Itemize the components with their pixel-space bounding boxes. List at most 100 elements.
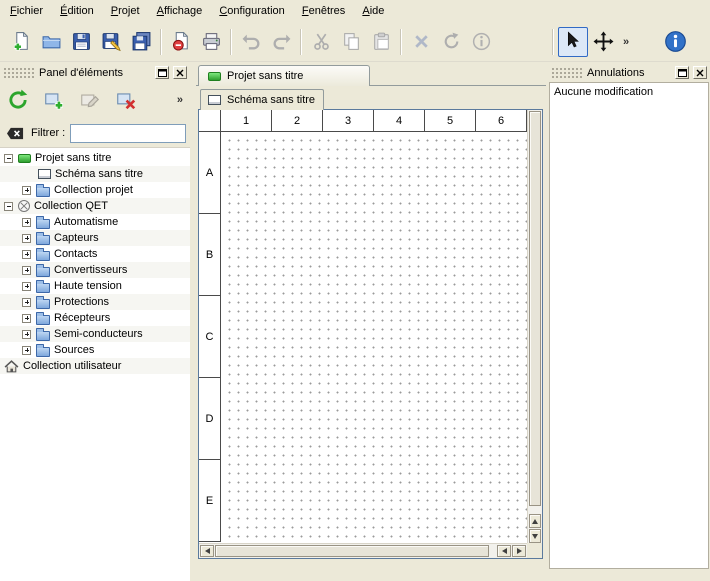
copy-button[interactable] bbox=[336, 27, 366, 57]
menu-projet[interactable]: Projet bbox=[104, 0, 147, 22]
expand-icon[interactable] bbox=[22, 346, 31, 355]
horizontal-scrollbar[interactable] bbox=[199, 543, 527, 558]
tree-item-automatisme[interactable]: Automatisme bbox=[0, 214, 190, 230]
filter-input[interactable] bbox=[70, 124, 186, 143]
collapse-icon[interactable] bbox=[4, 154, 13, 163]
new-element-button[interactable] bbox=[39, 85, 69, 115]
scroll-left-button-2[interactable] bbox=[497, 545, 511, 557]
reload-collections-button[interactable] bbox=[3, 85, 33, 115]
expand-icon[interactable] bbox=[22, 298, 31, 307]
scroll-up-button[interactable] bbox=[529, 514, 541, 528]
tree-item-schema[interactable]: Schéma sans titre bbox=[0, 166, 190, 182]
expand-icon[interactable] bbox=[22, 330, 31, 339]
about-qet-button[interactable] bbox=[660, 27, 690, 57]
toolbar-separator bbox=[160, 29, 162, 55]
element-info-button[interactable] bbox=[466, 27, 496, 57]
scroll-right-button[interactable] bbox=[512, 545, 526, 557]
undo-history-list[interactable]: Aucune modification bbox=[549, 82, 709, 569]
main-toolbar: » bbox=[0, 22, 710, 62]
select-mode-button[interactable] bbox=[558, 27, 588, 57]
diagram-icon bbox=[208, 95, 221, 105]
toolbar-overflow-button[interactable]: » bbox=[618, 36, 634, 48]
undo-icon bbox=[241, 31, 262, 52]
float-panel-button[interactable] bbox=[155, 66, 169, 79]
menu-configuration[interactable]: Configuration bbox=[212, 0, 291, 22]
save-button[interactable] bbox=[66, 27, 96, 57]
delete-button[interactable] bbox=[406, 27, 436, 57]
tree-item-capteurs[interactable]: Capteurs bbox=[0, 230, 190, 246]
pan-mode-button[interactable] bbox=[588, 27, 618, 57]
save-as-button[interactable] bbox=[96, 27, 126, 57]
expand-icon[interactable] bbox=[22, 218, 31, 227]
float-panel-button[interactable] bbox=[675, 66, 689, 79]
tree-item-sources[interactable]: Sources bbox=[0, 342, 190, 358]
tree-item-convertisseurs[interactable]: Convertisseurs bbox=[0, 262, 190, 278]
paste-button[interactable] bbox=[366, 27, 396, 57]
tree-item-label: Schéma sans titre bbox=[55, 168, 143, 180]
collapse-icon[interactable] bbox=[4, 202, 13, 211]
redo-button[interactable] bbox=[266, 27, 296, 57]
rotate-button[interactable] bbox=[436, 27, 466, 57]
menu-aide[interactable]: Aide bbox=[355, 0, 391, 22]
scroll-left-button[interactable] bbox=[200, 545, 214, 557]
expand-icon[interactable] bbox=[22, 250, 31, 259]
folder-icon bbox=[36, 267, 50, 277]
tree-item-collection-qet[interactable]: Collection QET bbox=[0, 198, 190, 214]
edit-element-button[interactable] bbox=[75, 85, 105, 115]
schema-tab-label: Schéma sans titre bbox=[227, 94, 315, 106]
menu-edition[interactable]: Édition bbox=[53, 0, 101, 22]
folder-icon bbox=[36, 235, 50, 245]
cut-button[interactable] bbox=[306, 27, 336, 57]
print-button[interactable] bbox=[196, 27, 226, 57]
menu-fichier[interactable]: Fichier bbox=[3, 0, 50, 22]
delete-element-icon bbox=[115, 89, 137, 111]
move-icon bbox=[593, 31, 614, 52]
delete-element-button[interactable] bbox=[111, 85, 141, 115]
schema-canvas[interactable]: 1 2 3 4 5 6 A B C D E bbox=[198, 109, 543, 559]
arrow-right-icon bbox=[517, 548, 522, 554]
dock-grip[interactable] bbox=[3, 67, 35, 78]
elements-toolbar-overflow-button[interactable]: » bbox=[177, 94, 183, 106]
filter-row: Filtrer : bbox=[0, 119, 190, 147]
horizontal-scrollbar-thumb[interactable] bbox=[215, 545, 489, 557]
tree-item-haute-tension[interactable]: Haute tension bbox=[0, 278, 190, 294]
qet-collection-icon bbox=[18, 200, 30, 212]
tree-item-collection-utilisateur[interactable]: Collection utilisateur bbox=[0, 358, 190, 374]
undo-button[interactable] bbox=[236, 27, 266, 57]
save-all-button[interactable] bbox=[126, 27, 156, 57]
print-icon bbox=[201, 31, 222, 52]
dock-grip[interactable] bbox=[551, 67, 583, 78]
expand-icon[interactable] bbox=[22, 234, 31, 243]
tree-item-label: Collection QET bbox=[34, 200, 108, 212]
menu-affichage[interactable]: Affichage bbox=[150, 0, 210, 22]
clear-filter-button[interactable] bbox=[4, 123, 26, 143]
diagram-icon bbox=[38, 169, 51, 179]
tree-item-label: Capteurs bbox=[54, 232, 99, 244]
expand-icon[interactable] bbox=[22, 282, 31, 291]
tree-item-protections[interactable]: Protections bbox=[0, 294, 190, 310]
expand-icon[interactable] bbox=[22, 266, 31, 275]
schema-grid[interactable] bbox=[222, 133, 527, 543]
expand-icon[interactable] bbox=[22, 314, 31, 323]
close-document-button[interactable] bbox=[166, 27, 196, 57]
vertical-scrollbar[interactable] bbox=[527, 110, 542, 543]
open-project-button[interactable] bbox=[36, 27, 66, 57]
tree-item-collection-projet[interactable]: Collection projet bbox=[0, 182, 190, 198]
scrollbar-corner bbox=[527, 543, 542, 558]
tree-item-label: Protections bbox=[54, 296, 109, 308]
tree-item-semi-conducteurs[interactable]: Semi-conducteurs bbox=[0, 326, 190, 342]
vertical-scrollbar-thumb[interactable] bbox=[529, 111, 541, 506]
expand-icon[interactable] bbox=[22, 186, 31, 195]
close-panel-button[interactable] bbox=[173, 66, 187, 79]
new-document-button[interactable] bbox=[6, 27, 36, 57]
close-panel-button[interactable] bbox=[693, 66, 707, 79]
scroll-down-button[interactable] bbox=[529, 529, 541, 543]
tab-schema-sans-titre[interactable]: Schéma sans titre bbox=[200, 89, 324, 110]
menu-fenetres[interactable]: Fenêtres bbox=[295, 0, 352, 22]
tree-item-project[interactable]: Projet sans titre bbox=[0, 150, 190, 166]
tree-item-contacts[interactable]: Contacts bbox=[0, 246, 190, 262]
tab-projet-sans-titre[interactable]: Projet sans titre bbox=[198, 65, 370, 86]
tree-item-recepteurs[interactable]: Récepteurs bbox=[0, 310, 190, 326]
redo-icon bbox=[271, 31, 292, 52]
tree-item-label: Convertisseurs bbox=[54, 264, 127, 276]
